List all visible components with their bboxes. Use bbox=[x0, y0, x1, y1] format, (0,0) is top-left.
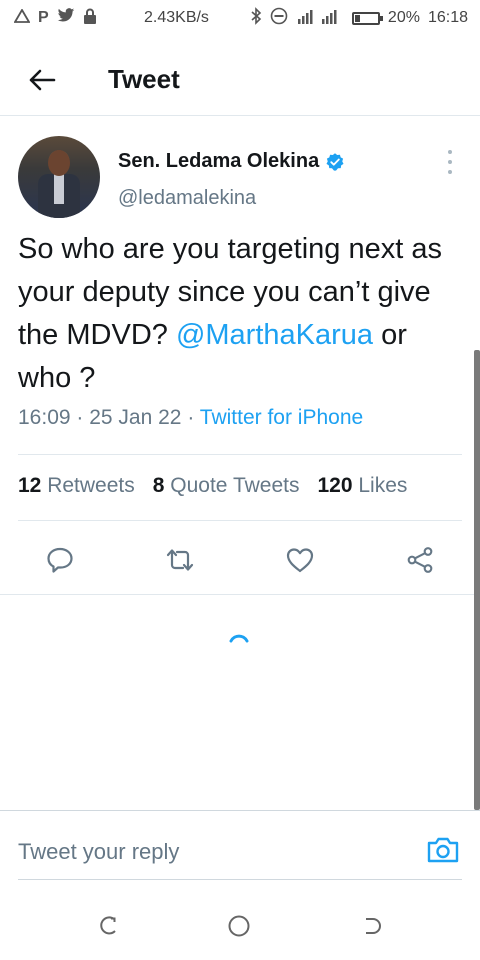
verified-badge-icon bbox=[326, 152, 344, 171]
clock: 16:18 bbox=[427, 9, 468, 26]
back-nav-button[interactable] bbox=[356, 910, 388, 942]
retweets-stat[interactable]: 12 Retweets bbox=[18, 474, 135, 498]
warning-icon bbox=[13, 7, 31, 28]
reply-composer: Tweet your reply bbox=[0, 810, 480, 890]
reply-input[interactable]: Tweet your reply bbox=[18, 839, 179, 865]
home-circle-icon bbox=[228, 915, 250, 937]
retweets-count: 12 bbox=[18, 474, 42, 497]
signal-icon bbox=[296, 7, 344, 30]
quotes-label: Quote Tweets bbox=[170, 474, 300, 497]
tweet-source-link[interactable]: Twitter for iPhone bbox=[200, 406, 363, 429]
tweet-meta: 16:09 · 25 Jan 22 · Twitter for iPhone bbox=[18, 406, 364, 429]
battery-icon bbox=[351, 11, 383, 25]
heart-icon bbox=[286, 548, 314, 573]
arrow-left-icon bbox=[29, 69, 56, 91]
mention-link[interactable]: @MarthaKarua bbox=[176, 319, 373, 351]
avatar[interactable] bbox=[18, 136, 100, 218]
share-icon bbox=[407, 547, 433, 573]
recents-icon bbox=[100, 916, 116, 935]
quotes-count: 8 bbox=[152, 474, 165, 497]
top-app-bar: Tweet bbox=[0, 44, 480, 116]
reply-button[interactable] bbox=[42, 542, 78, 578]
lock-icon bbox=[83, 8, 97, 29]
status-notification-icons: P bbox=[0, 7, 97, 29]
battery-percent: 20% bbox=[387, 9, 420, 26]
author-name[interactable]: Sen. Ledama Olekina bbox=[118, 150, 319, 173]
reply-input-underline bbox=[18, 879, 462, 880]
likes-label: Likes bbox=[358, 474, 408, 497]
likes-count: 120 bbox=[317, 474, 353, 497]
p-icon: P bbox=[38, 9, 49, 26]
more-options-button[interactable] bbox=[442, 150, 458, 174]
recents-button[interactable] bbox=[92, 910, 124, 942]
divider bbox=[18, 520, 462, 521]
more-dot-icon bbox=[448, 150, 452, 154]
tweet-date: 25 Jan 22 bbox=[89, 406, 182, 429]
share-button[interactable] bbox=[402, 542, 438, 578]
network-speed: 2.43KB/s bbox=[144, 9, 209, 26]
home-button[interactable] bbox=[223, 910, 255, 942]
scrollbar[interactable] bbox=[474, 350, 480, 810]
do-not-disturb-icon bbox=[270, 7, 288, 30]
retweet-icon bbox=[166, 549, 194, 571]
camera-button[interactable] bbox=[424, 831, 462, 869]
author-handle[interactable]: @ledamalekina bbox=[118, 187, 256, 210]
like-button[interactable] bbox=[282, 542, 318, 578]
engagement-stats: 12 Retweets 8 Quote Tweets 120 Likes bbox=[18, 474, 407, 498]
status-bar: P 2.43KB/s 20% 16:18 bbox=[0, 0, 480, 36]
divider bbox=[18, 454, 462, 455]
quote-tweets-stat[interactable]: 8 Quote Tweets bbox=[153, 474, 300, 498]
status-system-icons: 20% 16:18 bbox=[250, 0, 468, 36]
tweet-time: 16:09 bbox=[18, 406, 71, 429]
tweet-actions bbox=[0, 536, 480, 584]
bluetooth-icon bbox=[250, 6, 262, 30]
page-title: Tweet bbox=[108, 64, 180, 94]
retweet-button[interactable] bbox=[162, 542, 198, 578]
likes-stat[interactable]: 120 Likes bbox=[317, 474, 407, 498]
back-nav-icon bbox=[366, 918, 381, 934]
camera-icon bbox=[427, 837, 459, 863]
twitter-icon bbox=[57, 8, 75, 28]
tweet-text: So who are you targeting next as your de… bbox=[18, 228, 468, 400]
retweets-label: Retweets bbox=[47, 474, 135, 497]
author-name-row[interactable]: Sen. Ledama Olekina bbox=[118, 150, 345, 173]
back-button[interactable] bbox=[26, 64, 58, 96]
system-nav-bar bbox=[0, 900, 480, 960]
comment-icon bbox=[47, 547, 73, 573]
loading-spinner-icon bbox=[229, 634, 249, 643]
section-divider bbox=[0, 594, 480, 595]
